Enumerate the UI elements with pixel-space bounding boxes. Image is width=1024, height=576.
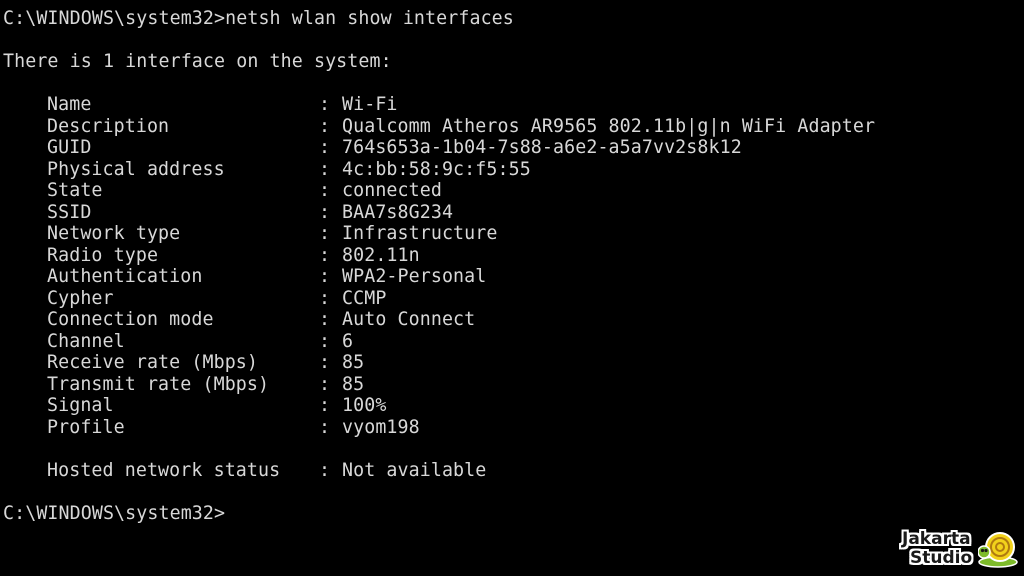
field-separator: : <box>319 460 331 481</box>
field-key: State <box>47 180 103 201</box>
field-separator: : <box>319 266 331 287</box>
field-value: Qualcomm Atheros AR9565 802.11b|g|n WiFi… <box>342 115 876 137</box>
field-key: Transmit rate (Mbps) <box>47 373 270 395</box>
field-separator: : <box>319 352 331 373</box>
field-key: Name <box>47 94 92 115</box>
field-value: Not available <box>342 460 487 481</box>
field-separator: : <box>319 244 331 266</box>
field-row-network-type: Network type : Infrastructure <box>47 223 497 245</box>
command-prompt-line[interactable]: C:\WINDOWS\system32> <box>3 503 225 525</box>
field-separator: : <box>319 330 331 352</box>
field-row-cypher: Cypher : CCMP <box>47 288 386 310</box>
field-separator: : <box>319 201 331 223</box>
command-prompt-window[interactable]: C:\WINDOWS\system32>netsh wlan show inte… <box>0 0 1024 576</box>
field-key: Connection mode <box>47 309 214 330</box>
field-separator: : <box>319 416 331 438</box>
snail-icon <box>978 532 1018 568</box>
command-line: C:\WINDOWS\system32>netsh wlan show inte… <box>3 8 514 29</box>
field-value: 6 <box>342 330 354 352</box>
field-key: SSID <box>47 201 92 223</box>
field-value: Auto Connect <box>342 309 476 330</box>
field-key: Authentication <box>47 266 203 287</box>
field-value: 764s653a-1b04-7s88-a6e2-a5a7vv2s8k12 <box>342 137 742 158</box>
interface-count-text: There is 1 interface on the system: <box>3 51 392 72</box>
field-separator: : <box>319 137 331 158</box>
field-value: connected <box>342 180 442 201</box>
field-value: 802.11n <box>342 244 420 266</box>
field-key: Receive rate (Mbps) <box>47 352 259 373</box>
field-row-receive-rate: Receive rate (Mbps) : 85 <box>47 352 364 374</box>
field-row-authentication: Authentication : WPA2-Personal <box>47 266 486 288</box>
field-row-profile: Profile : vyom198 <box>47 417 420 439</box>
field-row-name: Name : Wi-Fi <box>47 94 397 116</box>
field-row-hosted-network-status: Hosted network status : Not available <box>47 460 486 482</box>
field-key: Description <box>47 115 170 137</box>
field-value: Infrastructure <box>342 223 498 244</box>
field-row-radio-type: Radio type : 802.11n <box>47 245 420 267</box>
watermark-line-1: Jakarta <box>902 529 971 549</box>
field-key: Channel <box>47 330 125 352</box>
field-row-channel: Channel : 6 <box>47 331 353 353</box>
field-value: 85 <box>342 352 365 373</box>
field-separator: : <box>319 395 331 416</box>
field-separator: : <box>319 158 331 180</box>
field-key: GUID <box>47 137 92 158</box>
field-separator: : <box>319 115 331 137</box>
field-value: 100% <box>342 395 387 416</box>
field-row-guid: GUID : 764s653a-1b04-7s88-a6e2-a5a7vv2s8… <box>47 137 742 159</box>
field-separator: : <box>319 223 331 244</box>
field-separator: : <box>319 287 331 309</box>
field-row-signal: Signal : 100% <box>47 395 386 417</box>
field-separator: : <box>319 309 331 330</box>
field-value: WPA2-Personal <box>342 266 487 287</box>
jakarta-studio-watermark: Jakarta Studio <box>900 522 1018 572</box>
field-separator: : <box>319 94 331 115</box>
field-row-description: Description : Qualcomm Atheros AR9565 80… <box>47 116 875 138</box>
watermark-line-2: Studio <box>910 548 973 568</box>
field-row-ssid: SSID : BAA7s8G234 <box>47 201 453 224</box>
field-key: Hosted network status <box>47 460 281 481</box>
field-key: Signal <box>47 395 114 416</box>
field-row-transmit-rate: Transmit rate (Mbps) : 85 <box>47 374 364 396</box>
field-key: Network type <box>47 223 181 244</box>
field-separator: : <box>319 373 331 395</box>
field-row-physical-address: Physical address : 4c:bb:58:9c:f5:55 <box>47 159 531 181</box>
field-key: Physical address <box>47 158 225 180</box>
field-key: Cypher <box>47 287 114 309</box>
field-value: CCMP <box>342 287 387 309</box>
field-value: Wi-Fi <box>342 94 398 115</box>
field-key: Profile <box>47 416 125 438</box>
field-key: Radio type <box>47 244 159 266</box>
field-value: 4c:bb:58:9c:f5:55 <box>342 158 531 180</box>
field-separator: : <box>319 180 331 201</box>
field-row-connection-mode: Connection mode : Auto Connect <box>47 309 475 331</box>
field-row-state: State : connected <box>47 180 442 202</box>
field-value: BAA7s8G234 <box>342 201 454 223</box>
field-value: vyom198 <box>342 416 420 438</box>
field-value: 85 <box>342 373 365 395</box>
